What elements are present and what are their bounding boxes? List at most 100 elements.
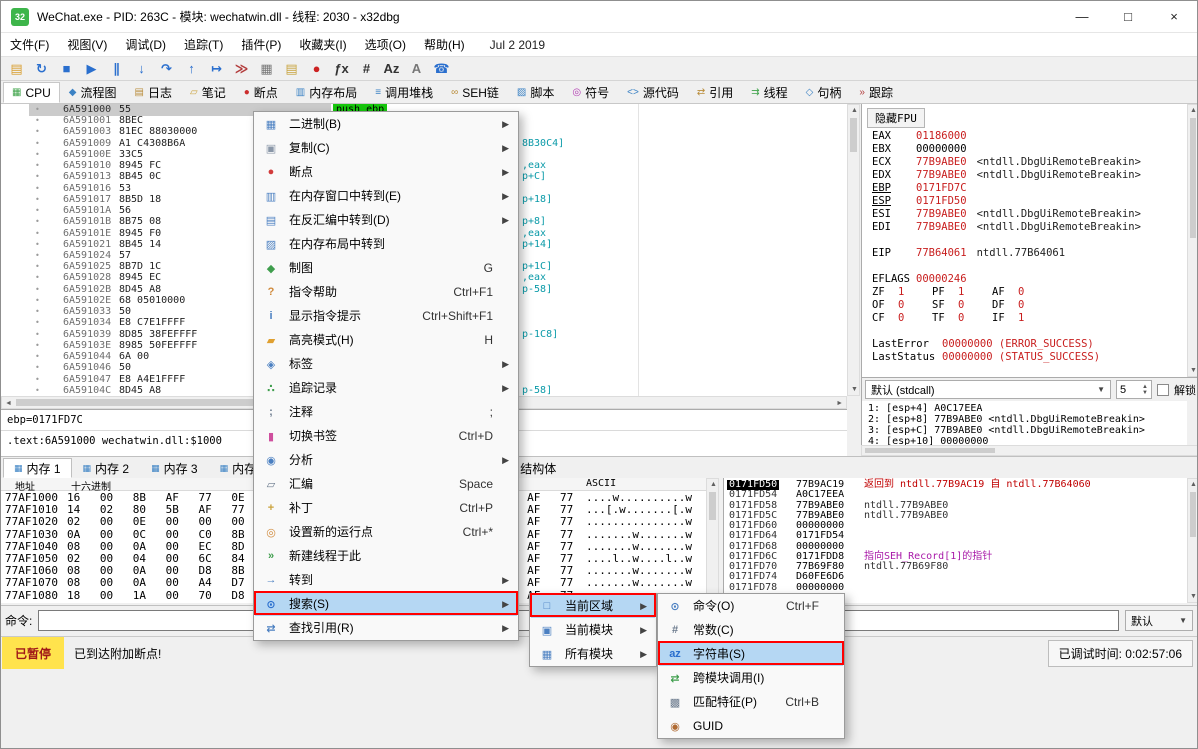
close-button[interactable]: × bbox=[1151, 1, 1197, 32]
menu-item-find-references[interactable]: ⇄查找引用(R)▶ bbox=[255, 616, 517, 640]
toolbar-notes-button[interactable]: ▤ bbox=[279, 58, 304, 80]
register-lasterror[interactable]: LastError00000000 (ERROR_SUCCESS) bbox=[872, 338, 1094, 351]
stack-row[interactable]: 0171FD74D60FE6D6 bbox=[724, 572, 1187, 582]
menu-item-graph[interactable]: ◆制图G bbox=[255, 256, 517, 280]
menu-item-comment[interactable]: ;注释; bbox=[255, 400, 517, 424]
scroll-thumb[interactable] bbox=[16, 399, 266, 406]
submenu-item-string-references[interactable]: az字符串(S) bbox=[659, 642, 843, 666]
menubar-item-1[interactable]: 文件(F) bbox=[1, 33, 58, 56]
submenu-item-current-region[interactable]: □当前区域▶ bbox=[531, 594, 655, 618]
stack-row[interactable]: 0171FD7800000000 bbox=[724, 583, 1187, 593]
tab-memory-map[interactable]: ▥内存布局 bbox=[287, 82, 366, 103]
hide-fpu-button[interactable]: 隐藏FPU bbox=[867, 108, 925, 128]
menu-item-instruction-help[interactable]: ?指令帮助Ctrl+F1 bbox=[255, 280, 517, 304]
toolbar-phone-button[interactable]: ☎ bbox=[429, 58, 454, 80]
tab-source[interactable]: <>源代码 bbox=[618, 82, 688, 103]
stack-row[interactable]: 0171FD54A0C17EEA bbox=[724, 490, 1187, 500]
tab-notes[interactable]: ▱笔记 bbox=[181, 82, 235, 103]
flags-line[interactable]: CF0TF0IF1 bbox=[872, 312, 1052, 325]
menu-item-toggle-bookmark[interactable]: ▮切换书签Ctrl+D bbox=[255, 424, 517, 448]
arg-count-spinner[interactable]: 5 ▲▼ bbox=[1116, 380, 1152, 399]
menu-item-highlighting-mode[interactable]: ▰高亮模式(H)H bbox=[255, 328, 517, 352]
flags-line[interactable]: ZF1PF1AF0 bbox=[872, 286, 1052, 299]
arguments-pane[interactable]: 1: [esp+4] A0C17EEA2: [esp+8] 77B9ABE0 <… bbox=[861, 401, 1187, 445]
toolbar-fx-button[interactable]: ƒx bbox=[329, 58, 354, 80]
tab-log[interactable]: ▤日志 bbox=[126, 82, 181, 103]
toolbar-run-button[interactable]: ▶ bbox=[79, 58, 104, 80]
tab-breakpoints[interactable]: ●断点 bbox=[235, 82, 287, 103]
tab-symbols[interactable]: ◎符号 bbox=[563, 82, 618, 103]
stack-row[interactable]: 0171FD7077B69F80ntdll.77B69F80 bbox=[724, 562, 1187, 572]
register-esp[interactable]: ESP0171FD50 bbox=[872, 195, 967, 208]
dump-vscrollbar[interactable]: ▲ ▼ bbox=[706, 478, 719, 603]
menu-item-breakpoint[interactable]: ●断点▶ bbox=[255, 160, 517, 184]
registers-pane[interactable]: 隐藏FPU EAX01186000EBX00000000ECX77B9ABE0<… bbox=[861, 104, 1187, 377]
toolbar-animate-into-button[interactable]: ≫ bbox=[229, 58, 254, 80]
unlock-checkbox[interactable] bbox=[1157, 384, 1169, 396]
menubar-item-8[interactable]: 帮助(H) bbox=[415, 33, 474, 56]
scroll-thumb[interactable] bbox=[709, 492, 716, 520]
submenu-item-current-module[interactable]: ▣当前模块▶ bbox=[531, 618, 655, 642]
argument-row[interactable]: 4: [esp+10] 00000000 bbox=[868, 436, 1187, 445]
dump-tab-3[interactable]: ▦内存 3 bbox=[140, 458, 209, 478]
menu-item-trace-record[interactable]: ∴追踪记录▶ bbox=[255, 376, 517, 400]
toolbar-font-button[interactable]: A bbox=[404, 58, 429, 80]
tab-trace[interactable]: »跟踪 bbox=[850, 82, 902, 103]
register-ebx[interactable]: EBX00000000 bbox=[872, 143, 967, 156]
tab-script[interactable]: ▨脚本 bbox=[508, 82, 563, 103]
argument-row[interactable]: 3: [esp+C] 77B9ABE0 <ntdll.DbgUiRemoteBr… bbox=[868, 425, 1187, 436]
register-edx[interactable]: EDX77B9ABE0<ntdll.DbgUiRemoteBreakin> bbox=[872, 169, 1141, 182]
menu-item-copy[interactable]: ▣复制(C)▶ bbox=[255, 136, 517, 160]
tab-seh[interactable]: ∞SEH链 bbox=[442, 82, 508, 103]
tab-references[interactable]: ⇄引用 bbox=[688, 82, 742, 103]
toolbar-step-out-button[interactable]: ↑ bbox=[179, 58, 204, 80]
toolbar-memory-view-button[interactable]: ▦ bbox=[254, 58, 279, 80]
maximize-button[interactable]: □ bbox=[1105, 1, 1151, 32]
menu-item-show-mnemonic-brief[interactable]: i显示指令提示Ctrl+Shift+F1 bbox=[255, 304, 517, 328]
menubar-item-2[interactable]: 视图(V) bbox=[58, 33, 116, 56]
dump-tab-2[interactable]: ▦内存 2 bbox=[72, 458, 141, 478]
argument-row[interactable]: 2: [esp+8] 77B9ABE0 <ntdll.DbgUiRemoteBr… bbox=[868, 414, 1187, 425]
stack-row[interactable]: 0171FD6000000000 bbox=[724, 521, 1187, 531]
menu-item-create-new-thread-here[interactable]: »新建线程于此 bbox=[255, 544, 517, 568]
toolbar-run-to-user-code-button[interactable]: ↦ bbox=[204, 58, 229, 80]
disasm-vscrollbar[interactable]: ▲ ▼ bbox=[847, 104, 860, 396]
register-eip[interactable]: EIP77B64061ntdll.77B64061 bbox=[872, 247, 1065, 260]
submenu-item-pattern[interactable]: ▩匹配特征(P)Ctrl+B bbox=[659, 690, 843, 714]
register-laststatus[interactable]: LastStatus00000000 (STATUS_SUCCESS) bbox=[872, 351, 1100, 364]
stack-row[interactable]: 0171FD5077B9AC19返回到 ntdll.77B9AC19 自 ntd… bbox=[724, 480, 1187, 490]
toolbar-breakpoints-button[interactable]: ● bbox=[304, 58, 329, 80]
submenu-item-all-modules[interactable]: ▦所有模块▶ bbox=[531, 642, 655, 666]
stack-row[interactable]: 0171FD640171FD54 bbox=[724, 531, 1187, 541]
registers-scrollbar[interactable]: ▲ ▼ bbox=[1187, 104, 1198, 377]
stack-row[interactable]: 0171FD5C77B9ABE0ntdll.77B9ABE0 bbox=[724, 511, 1187, 521]
tab-call-stack[interactable]: ≡调用堆栈 bbox=[366, 82, 442, 103]
menubar-item-6[interactable]: 收藏夹(I) bbox=[290, 33, 355, 56]
toolbar-hash-button[interactable]: # bbox=[354, 58, 379, 80]
stack-vscrollbar[interactable]: ▲ ▼ bbox=[1187, 478, 1198, 603]
toolbar-stop-button[interactable]: ■ bbox=[54, 58, 79, 80]
menu-item-analysis[interactable]: ◉分析▶ bbox=[255, 448, 517, 472]
toolbar-step-into-button[interactable]: ↓ bbox=[129, 58, 154, 80]
dump-tab-1[interactable]: ▦内存 1 bbox=[3, 458, 72, 478]
register-ecx[interactable]: ECX77B9ABE0<ntdll.DbgUiRemoteBreakin> bbox=[872, 156, 1141, 169]
flags-line[interactable]: OF0SF0DF0 bbox=[872, 299, 1052, 312]
menu-item-follow-in-memory-window[interactable]: ▥在内存窗口中转到(E)▶ bbox=[255, 184, 517, 208]
scroll-thumb[interactable] bbox=[865, 448, 995, 453]
register-eax[interactable]: EAX01186000 bbox=[872, 130, 967, 143]
menu-item-go-to[interactable]: →转到▶ bbox=[255, 568, 517, 592]
toolbar-restart-button[interactable]: ↻ bbox=[29, 58, 54, 80]
menu-item-search-for[interactable]: ⊙搜索(S)▶ bbox=[255, 592, 517, 616]
menubar-item-3[interactable]: 调试(D) bbox=[116, 33, 175, 56]
submenu-item-intermodular-calls[interactable]: ⇄跨模块调用(I) bbox=[659, 666, 843, 690]
menubar-item-5[interactable]: 插件(P) bbox=[232, 33, 290, 56]
minimize-button[interactable]: — bbox=[1059, 1, 1105, 32]
argument-row[interactable]: 1: [esp+4] A0C17EEA bbox=[868, 403, 1187, 414]
toolbar-az-button[interactable]: Az bbox=[379, 58, 404, 80]
register-eflags[interactable]: EFLAGS00000246 bbox=[872, 273, 967, 286]
tab-handles[interactable]: ◇句柄 bbox=[797, 82, 851, 103]
menu-item-follow-in-memory-map[interactable]: ▨在内存布局中转到 bbox=[255, 232, 517, 256]
menu-item-follow-in-disassembler[interactable]: ▤在反汇编中转到(D)▶ bbox=[255, 208, 517, 232]
register-esi[interactable]: ESI77B9ABE0<ntdll.DbgUiRemoteBreakin> bbox=[872, 208, 1141, 221]
toolbar-open-file-button[interactable]: ▤ bbox=[4, 58, 29, 80]
